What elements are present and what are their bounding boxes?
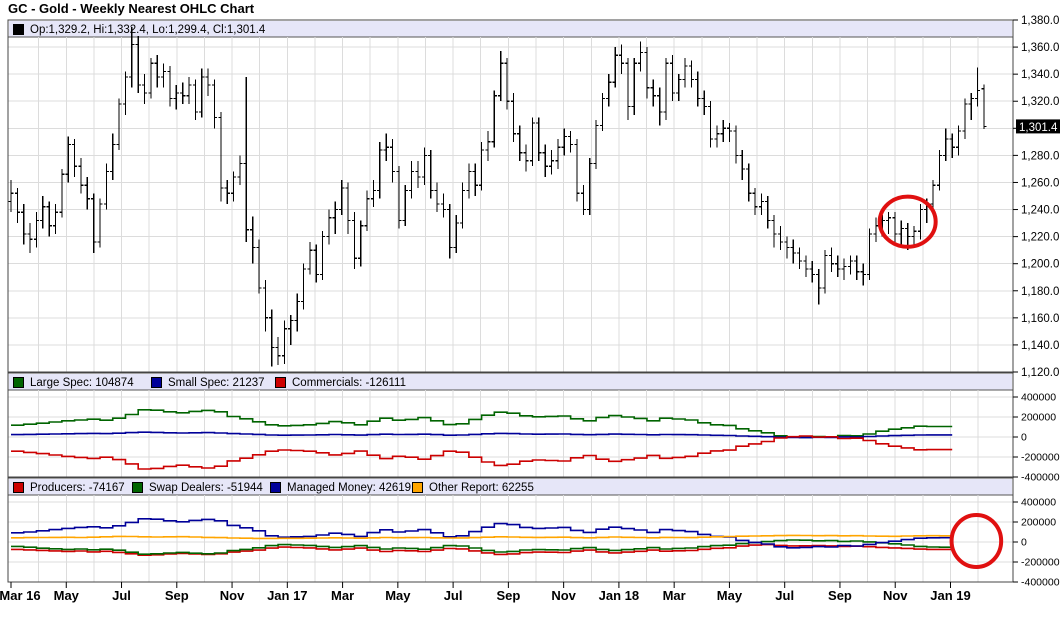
large-spec-swatch [13,377,24,388]
price-tick-label: 1,180.0 [1021,286,1059,298]
legend-commercials: Commercials: -126111 [275,375,406,390]
x-axis-label: May [54,588,80,603]
x-axis-label: Jan 18 [599,588,639,603]
legend-swap-dealers: Swap Dealers: -51944 [132,480,263,495]
small-spec-label: Small Spec: 21237 [168,376,265,389]
current-price-label: 1,301.4 [1019,122,1058,134]
swap-dealers-label: Swap Dealers: -51944 [149,481,263,494]
x-axis-label: Sep [828,588,852,603]
x-axis-label: Mar [331,588,354,603]
x-axis-label: Jan 19 [930,588,970,603]
price-tick-label: 1,240.0 [1021,205,1059,217]
price-legend-label: Op:1,329.2, Hi:1,332.4, Lo:1,299.4, Cl:1… [30,23,266,36]
price-axis: 1,380.0 1,360.0 1,340.0 1,320.0 1,280.0 1,260… [1013,15,1059,379]
x-axis-label: Nov [220,588,245,603]
managed-money-label: Managed Money: 42619 [287,481,412,494]
price-panel [7,19,1014,373]
cot2-panel-tick-label: 200000 [1021,517,1056,529]
price-tick-label: 1,260.0 [1021,177,1059,189]
x-axis-label: Jul [112,588,131,603]
cot1-panel-axis: 400000 200000 0 -200000 -400000 [1013,392,1060,484]
cot1-panel-tick-label: 200000 [1021,412,1056,424]
x-axis-label: May [717,588,743,603]
x-axis-label: Nov [883,588,908,603]
x-axis: Mar 16 May Jul Sep Nov Jan 17 Mar May Jul Sep Nov J… [0,582,971,603]
cot1-panel-tick-label: 0 [1021,432,1027,444]
price-tick-label: 1,320.0 [1021,96,1059,108]
x-axis-label: Jan 17 [267,588,307,603]
price-tick-label: 1,340.0 [1021,69,1059,81]
price-tick-label: 1,120.0 [1021,367,1059,379]
commercials-label: Commercials: -126111 [292,376,406,389]
price-tick-label: 1,280.0 [1021,150,1059,162]
other-report-label: Other Report: 62255 [429,481,534,494]
price-tick-label: 1,380.0 [1021,15,1059,27]
price-tick-label: 1,220.0 [1021,232,1059,244]
price-tick-label: 1,160.0 [1021,313,1059,325]
chart-window: GC - Gold - Weekly Nearest OHLC Chart 1,… [0,0,1060,623]
cot2-panel-tick-label: 0 [1021,537,1027,549]
price-tick-label: 1,200.0 [1021,259,1059,271]
current-price-badge: 1,301.4 [1016,119,1060,134]
x-axis-label: Sep [165,588,189,603]
cot1-panel-tick-label: -400000 [1021,472,1060,484]
managed-money-swatch [270,482,281,493]
legend-managed-money: Managed Money: 42619 [270,480,411,495]
price-panel-bg [8,20,1013,372]
chart-canvas: 1,380.0 1,360.0 1,340.0 1,320.0 1,280.0 1,260… [0,15,1060,603]
x-axis-label: May [385,588,411,603]
x-axis-label: Mar [663,588,686,603]
x-axis-label: Mar 16 [0,588,41,603]
producers-label: Producers: -74167 [30,481,125,494]
price-legend: Op:1,329.2, Hi:1,332.4, Lo:1,299.4, Cl:1… [13,22,265,37]
swap-dealers-swatch [132,482,143,493]
cot1-panel-tick-label: 400000 [1021,392,1056,404]
x-axis-label: Nov [551,588,576,603]
x-axis-label: Jul [444,588,463,603]
cot2-panel-tick-label: 400000 [1021,497,1056,509]
other-report-swatch [412,482,423,493]
cot2-panel-axis: 400000 200000 0 -200000 -400000 [1013,497,1060,589]
small-spec-swatch [151,377,162,388]
price-legend-swatch [13,24,24,35]
price-tick-label: 1,140.0 [1021,340,1059,352]
cot2-panel-tick-label: -200000 [1021,557,1060,569]
x-axis-label: Jul [775,588,794,603]
cot2-panel-tick-label: -400000 [1021,577,1060,589]
cot1-panel-tick-label: -200000 [1021,452,1060,464]
legend-small-spec: Small Spec: 21237 [151,375,265,390]
x-axis-label: Sep [496,588,520,603]
legend-producers: Producers: -74167 [13,480,125,495]
commercials-swatch [275,377,286,388]
producers-swatch [13,482,24,493]
large-spec-label: Large Spec: 104874 [30,376,134,389]
price-tick-label: 1,360.0 [1021,42,1059,54]
legend-large-spec: Large Spec: 104874 [13,375,134,390]
legend-other-report: Other Report: 62255 [412,480,534,495]
